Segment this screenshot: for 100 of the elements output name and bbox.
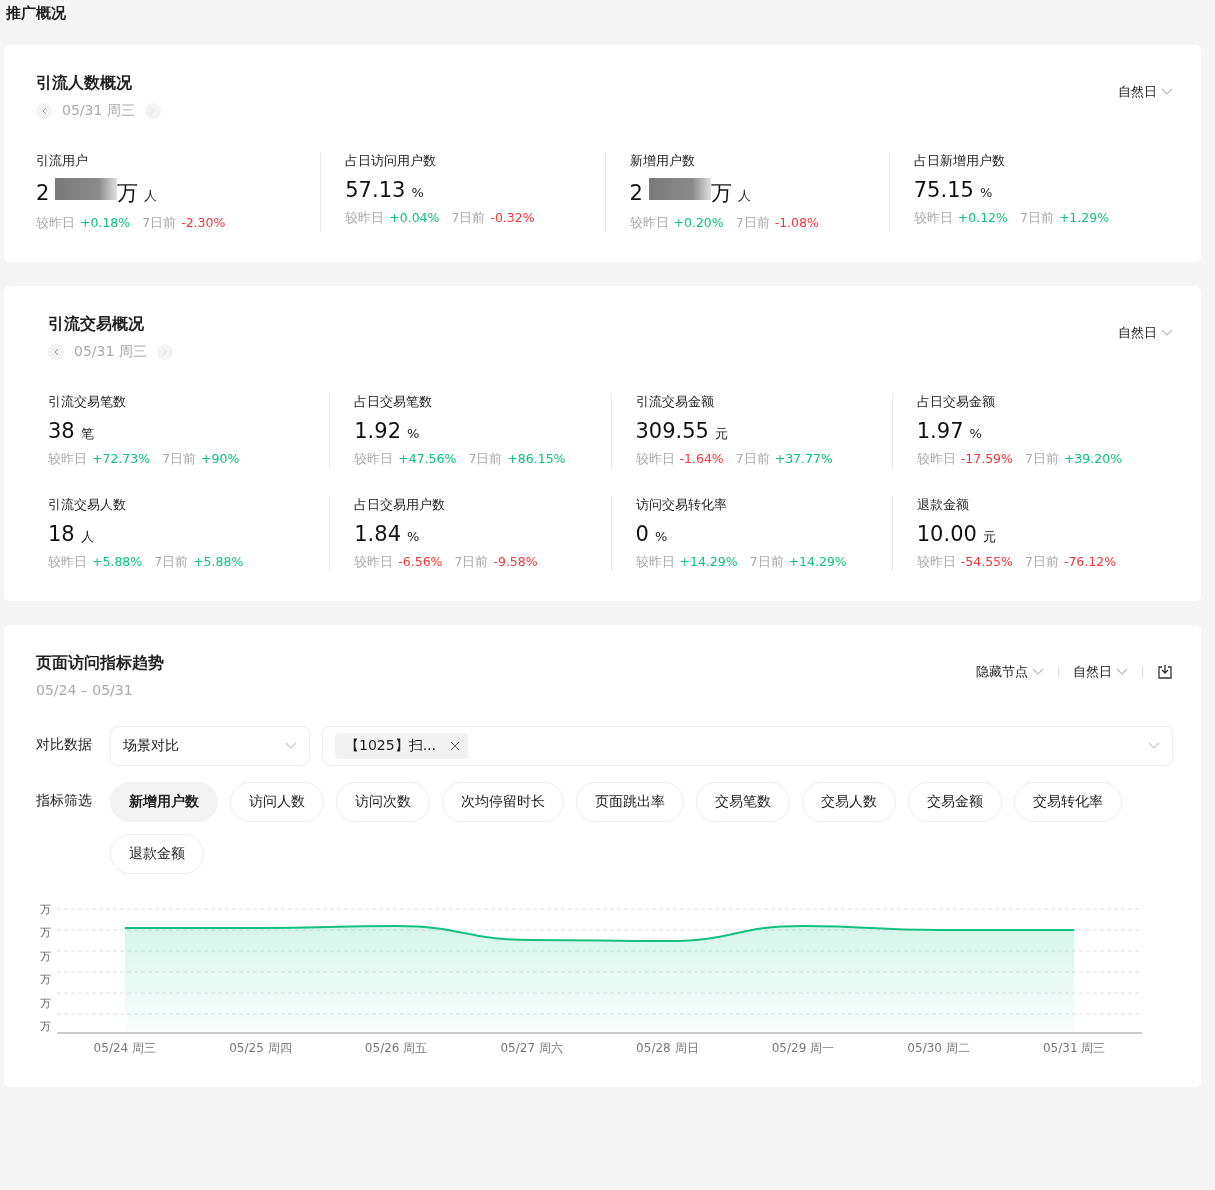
metric-unit: 人	[80, 528, 94, 546]
comparison-text: 7日前 -1.08%	[735, 215, 819, 232]
metric-unit: 人	[144, 187, 158, 205]
metric-label: 占日交易用户数	[354, 496, 447, 514]
chevron-down-icon	[285, 742, 297, 750]
metric-filter-chip[interactable]: 页面跳出率	[576, 782, 684, 822]
metric-unit: %	[407, 426, 420, 441]
metric-unit: %	[411, 185, 424, 200]
metric-value: 75.15	[913, 178, 974, 202]
metric-value: 1.92	[354, 419, 401, 443]
previous-day-button[interactable]	[36, 103, 52, 119]
comparison-text: 7日前 +5.88%	[154, 554, 244, 571]
chevron-down-icon	[1161, 88, 1173, 96]
metric-label: 访问交易转化率	[635, 496, 728, 514]
comparison-text: 较昨日 +14.29%	[635, 554, 738, 571]
comparison-text: 7日前 +39.20%	[1024, 451, 1123, 468]
scene-select[interactable]: 场景对比	[110, 726, 310, 766]
previous-day-button[interactable]	[48, 344, 64, 360]
period-dropdown[interactable]: 自然日	[1118, 83, 1173, 101]
selected-tag: 【1025】扫...	[335, 733, 468, 759]
section-title: 引流人数概况	[36, 73, 133, 94]
download-icon	[1157, 664, 1173, 680]
section-title: 页面访问指标趋势	[36, 653, 164, 674]
y-axis-label: 万	[40, 950, 51, 962]
chevron-down-icon	[1032, 668, 1044, 676]
metric-label: 退款金额	[916, 496, 970, 514]
download-button[interactable]	[1157, 664, 1173, 680]
metric-unit: 元	[715, 425, 728, 443]
comparison-text: 7日前 -2.30%	[142, 215, 226, 232]
x-axis-label: 05/26 周五	[363, 1040, 429, 1057]
metric-value: 1.97	[916, 419, 964, 443]
date-label: 05/31 周三	[74, 343, 147, 361]
metric-value: 38	[48, 419, 75, 443]
metric-label: 占日访问用户数	[345, 152, 438, 170]
section-title: 引流交易概况	[48, 314, 145, 335]
x-axis-label: 05/31 周三	[1042, 1040, 1107, 1057]
metric-unit: 人	[737, 187, 751, 205]
comparison-text: 较昨日 +72.73%	[48, 451, 151, 468]
y-axis-label: 万	[40, 974, 51, 986]
comparison-text: 较昨日 +0.20%	[629, 215, 724, 232]
metric-label: 引流交易金额	[635, 393, 715, 411]
metric-filter-chip[interactable]: 交易人数	[802, 782, 896, 822]
chevron-right-icon	[149, 107, 156, 115]
scene-multi-select[interactable]: 【1025】扫...	[322, 726, 1173, 766]
y-axis-label: 万	[40, 997, 51, 1009]
x-axis-label: 05/29 周一	[770, 1040, 836, 1057]
chevron-down-icon	[1148, 742, 1160, 750]
comparison-text: 较昨日 +0.04%	[345, 210, 440, 227]
metric-filter-chip[interactable]: 交易转化率	[1014, 782, 1122, 822]
comparison-text: 7日前 +86.15%	[468, 451, 566, 468]
date-label: 05/31 周三	[62, 102, 135, 120]
metric-label: 新增用户数	[629, 152, 696, 170]
metric-filter-chip[interactable]: 退款金额	[110, 834, 204, 874]
metric-label: 占日交易笔数	[354, 393, 434, 411]
metric-label: 引流交易笔数	[48, 393, 127, 411]
chevron-right-icon	[161, 348, 168, 356]
comparison-text: 较昨日 +47.56%	[354, 451, 457, 468]
next-day-button[interactable]	[156, 344, 173, 360]
chevron-left-icon	[41, 107, 47, 115]
metric-filter-chip[interactable]: 访问人数	[230, 782, 324, 822]
metric-value: 2	[36, 181, 50, 205]
metric-value: 18	[48, 522, 75, 546]
comparison-text: 7日前 +37.77%	[735, 451, 833, 468]
metric-filter-chip[interactable]: 次均停留时长	[442, 782, 564, 822]
comparison-text: 7日前 -9.58%	[454, 554, 538, 571]
hide-nodes-dropdown[interactable]: 隐藏节点	[976, 663, 1044, 681]
period-dropdown[interactable]: 自然日	[1118, 324, 1173, 342]
comparison-text: 7日前 +14.29%	[749, 554, 847, 571]
y-axis-label: 万	[40, 927, 51, 939]
chevron-left-icon	[53, 348, 59, 356]
metric-label: 引流交易人数	[48, 496, 127, 514]
metric-unit: 元	[982, 528, 996, 546]
metric-label: 占日交易金额	[916, 393, 996, 411]
metric-unit: %	[654, 529, 668, 544]
close-icon[interactable]	[450, 741, 460, 751]
x-axis-label: 05/28 周日	[635, 1040, 700, 1057]
metric-label: 引流用户	[36, 152, 89, 170]
metric-filter-chip[interactable]: 访问次数	[336, 782, 430, 822]
chevron-down-icon	[1161, 329, 1173, 337]
compare-label: 对比数据	[36, 735, 93, 754]
metric-value: 2	[629, 181, 643, 205]
metric-filter-chip[interactable]: 交易笔数	[696, 782, 790, 822]
period-dropdown[interactable]: 自然日	[1073, 663, 1128, 681]
metric-value-unit: 万	[710, 180, 732, 207]
comparison-text: 7日前 +90%	[162, 451, 240, 468]
comparison-text: 较昨日 -54.55%	[916, 554, 1013, 571]
metric-value-unit: 万	[117, 180, 139, 207]
date-range: 05/24 – 05/31	[36, 682, 134, 698]
comparison-text: 7日前 +1.29%	[1019, 210, 1110, 227]
comparison-text: 较昨日 +0.18%	[36, 215, 131, 232]
x-axis-label: 05/24 周三	[92, 1040, 157, 1057]
metric-filter-chip[interactable]: 交易金额	[908, 782, 1002, 822]
next-day-button[interactable]	[144, 103, 161, 119]
y-axis-label: 万	[40, 1020, 51, 1032]
metric-filter-chip[interactable]: 新增用户数	[110, 782, 218, 822]
metric-value: 1.84	[354, 522, 401, 546]
y-axis-label: 万	[40, 904, 51, 915]
comparison-text: 较昨日 -6.56%	[354, 554, 443, 571]
comparison-text: 较昨日 +5.88%	[48, 554, 143, 571]
metric-value: 57.13	[345, 178, 406, 202]
